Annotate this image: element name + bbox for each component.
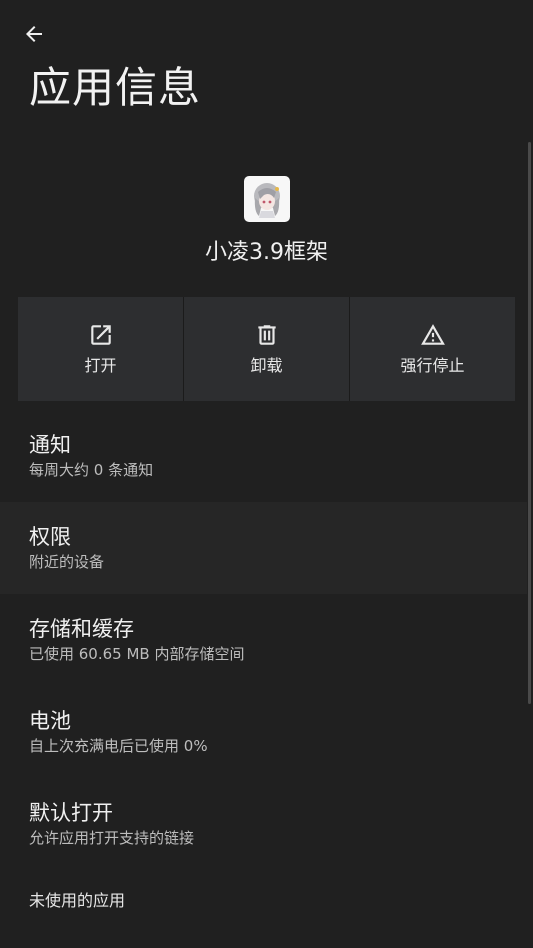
notifications-item[interactable]: 通知 每周大约 0 条通知 [0,410,527,502]
permissions-title: 权限 [29,525,71,549]
trash-icon [257,325,276,345]
page-title: 应用信息 [29,63,202,112]
notifications-title: 通知 [29,433,71,457]
open-by-default-title: 默认打开 [29,801,113,825]
action-buttons: 打开 卸载 强行停止 [18,297,515,401]
unused-apps-heading: 未使用的应用 [29,890,126,910]
uninstall-label: 卸载 [250,356,283,375]
back-button[interactable] [14,14,54,54]
settings-list: 通知 每周大约 0 条通知 权限 附近的设备 存储和缓存 已使用 60.65 M… [0,410,527,930]
force-stop-button[interactable]: 强行停止 [350,297,515,401]
storage-title: 存储和缓存 [29,617,134,641]
top-bar [0,0,533,60]
open-button[interactable]: 打开 [18,297,183,401]
unused-apps-section-header: 未使用的应用 [0,870,527,930]
app-header: 小凌3.9框架 [0,176,533,267]
battery-item[interactable]: 电池 自上次充满电后已使用 0% [0,686,527,778]
permissions-item[interactable]: 权限 附近的设备 [0,502,527,594]
open-by-default-item[interactable]: 默认打开 允许应用打开支持的链接 [0,778,527,870]
open-by-default-summary: 允许应用打开支持的链接 [29,829,195,847]
warning-icon [420,324,445,345]
app-name: 小凌3.9框架 [205,240,328,265]
open-in-new-icon [90,325,111,345]
storage-summary: 已使用 60.65 MB 内部存储空间 [29,645,245,663]
arrow-back-icon [26,26,42,42]
uninstall-button[interactable]: 卸载 [184,297,349,401]
app-icon [243,176,290,222]
battery-title: 电池 [29,709,71,733]
open-label: 打开 [84,356,117,375]
notifications-summary: 每周大约 0 条通知 [29,461,154,479]
anime-avatar-icon [253,183,280,218]
storage-item[interactable]: 存储和缓存 已使用 60.65 MB 内部存储空间 [0,594,527,686]
battery-summary: 自上次充满电后已使用 0% [29,737,208,755]
force-stop-label: 强行停止 [400,356,465,375]
permissions-summary: 附近的设备 [29,553,105,571]
